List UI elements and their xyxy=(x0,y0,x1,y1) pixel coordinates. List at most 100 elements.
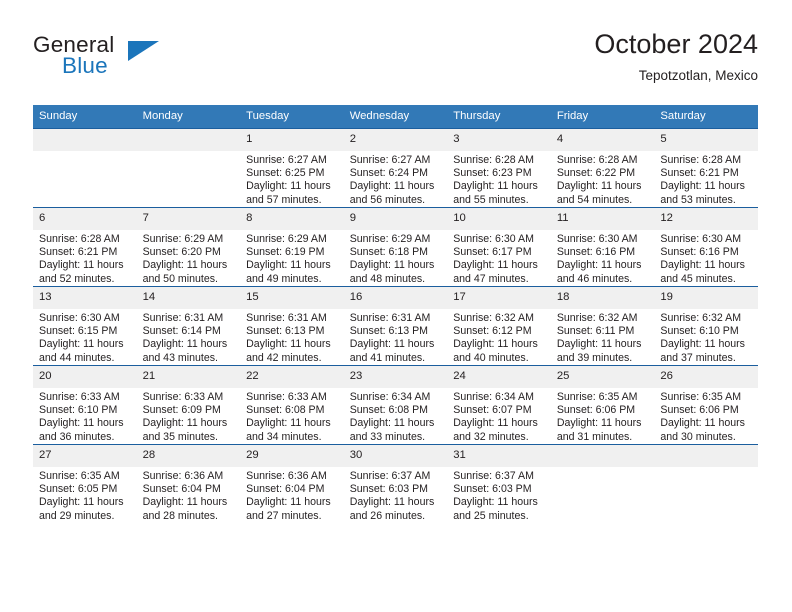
calendar-day-cell[interactable]: 27 Sunrise: 6:35 AM Sunset: 6:05 PM Dayligh… xyxy=(33,444,137,523)
daylight-text: Daylight: 11 hours and 33 minutes. xyxy=(349,417,435,443)
calendar-day-cell-empty xyxy=(136,128,241,208)
calendar-day-cell[interactable]: 13 Sunrise: 6:30 AM Sunset: 6:15 PM Dayligh… xyxy=(33,286,137,366)
calendar-week-row: 13 Sunrise: 6:30 AM Sunset: 6:15 PM Dayligh… xyxy=(33,286,758,366)
sunset-text: Sunset: 6:09 PM xyxy=(142,404,221,417)
sunset-text: Sunset: 6:23 PM xyxy=(453,167,532,180)
daylight-text: Daylight: 11 hours and 44 minutes. xyxy=(39,338,124,364)
calendar-day-cell[interactable]: 25 Sunrise: 6:35 AM Sunset: 6:06 PM Dayligh… xyxy=(550,365,655,445)
sunset-text: Sunset: 6:14 PM xyxy=(142,325,221,338)
day-number: 21 xyxy=(136,366,241,388)
sunset-text: Sunset: 6:25 PM xyxy=(246,167,325,180)
sunrise-text: Sunrise: 6:32 AM xyxy=(556,312,638,324)
day-number: 9 xyxy=(343,208,448,230)
calendar-week-row: 20 Sunrise: 6:33 AM Sunset: 6:10 PM Dayligh… xyxy=(33,365,758,445)
day-number: 18 xyxy=(550,287,655,309)
daylight-text: Daylight: 11 hours and 52 minutes. xyxy=(39,259,124,285)
calendar-day-cell[interactable]: 28 Sunrise: 6:36 AM Sunset: 6:04 PM Dayligh… xyxy=(136,444,241,523)
day-number: 20 xyxy=(33,366,137,388)
calendar-day-cell[interactable]: 10 Sunrise: 6:30 AM Sunset: 6:17 PM Dayligh… xyxy=(447,207,551,287)
day-info: Sunrise: 6:28 AM Sunset: 6:23 PM Daylight:… xyxy=(447,151,551,207)
calendar-day-cell[interactable]: 14 Sunrise: 6:31 AM Sunset: 6:14 PM Dayligh… xyxy=(136,286,241,366)
calendar-day-cell[interactable]: 23 Sunrise: 6:34 AM Sunset: 6:08 PM Dayligh… xyxy=(343,365,448,445)
calendar-day-cell[interactable]: 16 Sunrise: 6:31 AM Sunset: 6:13 PM Dayligh… xyxy=(343,286,448,366)
calendar-day-cell[interactable]: 17 Sunrise: 6:32 AM Sunset: 6:12 PM Dayligh… xyxy=(447,286,551,366)
day-info: Sunrise: 6:31 AM Sunset: 6:13 PM Daylight:… xyxy=(240,309,344,365)
sunset-text: Sunset: 6:17 PM xyxy=(453,246,532,259)
calendar-day-cell[interactable]: 26 Sunrise: 6:35 AM Sunset: 6:06 PM Dayligh… xyxy=(654,365,758,445)
calendar-day-cell-empty xyxy=(654,444,758,523)
calendar-day-cell[interactable]: 20 Sunrise: 6:33 AM Sunset: 6:10 PM Dayligh… xyxy=(33,365,137,445)
sunrise-text: Sunrise: 6:36 AM xyxy=(246,470,327,482)
sunset-text: Sunset: 6:13 PM xyxy=(246,325,325,338)
calendar-day-cell[interactable]: 22 Sunrise: 6:33 AM Sunset: 6:08 PM Dayligh… xyxy=(240,365,344,445)
daylight-text: Daylight: 11 hours and 40 minutes. xyxy=(453,338,538,364)
day-info: Sunrise: 6:32 AM Sunset: 6:12 PM Daylight:… xyxy=(447,309,551,365)
calendar-header-row: Sunday Monday Tuesday Wednesday Thursday Frid… xyxy=(33,105,758,129)
daylight-text: Daylight: 11 hours and 30 minutes. xyxy=(660,417,745,443)
sunrise-text: Sunrise: 6:30 AM xyxy=(39,312,120,324)
day-number xyxy=(654,445,758,467)
calendar-day-cell[interactable]: 9 Sunrise: 6:29 AM Sunset: 6:18 PM Daylight… xyxy=(343,207,448,287)
calendar-day-cell[interactable]: 15 Sunrise: 6:31 AM Sunset: 6:13 PM Dayligh… xyxy=(240,286,344,366)
day-number: 5 xyxy=(654,129,758,151)
daylight-text: Daylight: 11 hours and 39 minutes. xyxy=(556,338,642,364)
daylight-text: Daylight: 11 hours and 54 minutes. xyxy=(556,180,642,206)
calendar-day-cell[interactable]: 21 Sunrise: 6:33 AM Sunset: 6:09 PM Dayligh… xyxy=(136,365,241,445)
sunrise-text: Sunrise: 6:29 AM xyxy=(142,233,224,245)
day-info: Sunrise: 6:33 AM Sunset: 6:08 PM Daylight:… xyxy=(240,388,344,444)
calendar-day-cell[interactable]: 18 Sunrise: 6:32 AM Sunset: 6:11 PM Dayligh… xyxy=(550,286,655,366)
daylight-text: Daylight: 11 hours and 41 minutes. xyxy=(349,338,435,364)
calendar-day-cell[interactable]: 11 Sunrise: 6:30 AM Sunset: 6:16 PM Dayligh… xyxy=(550,207,655,287)
sunrise-text: Sunrise: 6:33 AM xyxy=(39,391,120,403)
day-info: Sunrise: 6:34 AM Sunset: 6:08 PM Daylight:… xyxy=(344,388,448,444)
day-number: 15 xyxy=(240,287,344,309)
calendar-day-cell[interactable]: 30 Sunrise: 6:37 AM Sunset: 6:03 PM Dayligh… xyxy=(343,444,448,523)
calendar-day-cell[interactable]: 2 Sunrise: 6:27 AM Sunset: 6:24 PM Daylight… xyxy=(343,128,448,208)
weekday-header-thursday: Thursday xyxy=(447,105,551,129)
calendar-day-cell[interactable]: 24 Sunrise: 6:34 AM Sunset: 6:07 PM Dayligh… xyxy=(447,365,551,445)
daylight-text: Daylight: 11 hours and 36 minutes. xyxy=(39,417,124,443)
calendar-day-cell[interactable]: 3 Sunrise: 6:28 AM Sunset: 6:23 PM Daylight… xyxy=(447,128,551,208)
calendar-day-cell[interactable]: 7 Sunrise: 6:29 AM Sunset: 6:20 PM Daylight… xyxy=(136,207,241,287)
sunset-text: Sunset: 6:10 PM xyxy=(39,404,118,417)
sunset-text: Sunset: 6:15 PM xyxy=(39,325,118,338)
daylight-text: Daylight: 11 hours and 50 minutes. xyxy=(142,259,228,285)
weekday-header-monday: Monday xyxy=(136,105,241,129)
day-info: Sunrise: 6:35 AM Sunset: 6:05 PM Daylight:… xyxy=(33,467,137,523)
weekday-header-saturday: Saturday xyxy=(654,105,758,129)
day-number: 6 xyxy=(33,208,137,230)
sunset-text: Sunset: 6:04 PM xyxy=(246,483,325,496)
sunset-text: Sunset: 6:16 PM xyxy=(660,246,739,259)
page-title: October 2024 xyxy=(594,29,758,59)
day-info: Sunrise: 6:27 AM Sunset: 6:24 PM Daylight:… xyxy=(344,151,448,207)
calendar-day-cell[interactable]: 6 Sunrise: 6:28 AM Sunset: 6:21 PM Daylight… xyxy=(33,207,137,287)
sunrise-text: Sunrise: 6:30 AM xyxy=(556,233,638,245)
day-number: 29 xyxy=(240,445,344,467)
daylight-text: Daylight: 11 hours and 43 minutes. xyxy=(142,338,228,364)
calendar-day-cell-empty xyxy=(33,128,137,208)
sunset-text: Sunset: 6:20 PM xyxy=(142,246,221,259)
sunset-text: Sunset: 6:05 PM xyxy=(39,483,118,496)
sunrise-text: Sunrise: 6:37 AM xyxy=(453,470,534,482)
calendar-day-cell[interactable]: 29 Sunrise: 6:36 AM Sunset: 6:04 PM Dayligh… xyxy=(240,444,344,523)
sunrise-text: Sunrise: 6:28 AM xyxy=(660,154,742,166)
day-info: Sunrise: 6:30 AM Sunset: 6:16 PM Daylight:… xyxy=(551,230,655,286)
sunrise-text: Sunrise: 6:34 AM xyxy=(453,391,534,403)
daylight-text: Daylight: 11 hours and 53 minutes. xyxy=(660,180,745,206)
day-number: 23 xyxy=(343,366,448,388)
day-number: 12 xyxy=(654,208,758,230)
day-info: Sunrise: 6:32 AM Sunset: 6:11 PM Daylight:… xyxy=(551,309,655,365)
calendar-day-cell[interactable]: 4 Sunrise: 6:28 AM Sunset: 6:22 PM Daylight… xyxy=(550,128,655,208)
calendar-day-cell[interactable]: 31 Sunrise: 6:37 AM Sunset: 6:03 PM Dayligh… xyxy=(447,444,551,523)
sunset-text: Sunset: 6:19 PM xyxy=(246,246,325,259)
sunset-text: Sunset: 6:06 PM xyxy=(556,404,636,417)
calendar-day-cell[interactable]: 19 Sunrise: 6:32 AM Sunset: 6:10 PM Dayligh… xyxy=(654,286,758,366)
daylight-text: Daylight: 11 hours and 35 minutes. xyxy=(142,417,228,443)
calendar-day-cell[interactable]: 1 Sunrise: 6:27 AM Sunset: 6:25 PM Daylight… xyxy=(240,128,344,208)
calendar-day-cell[interactable]: 5 Sunrise: 6:28 AM Sunset: 6:21 PM Daylight… xyxy=(654,128,758,208)
calendar-day-cell[interactable]: 12 Sunrise: 6:30 AM Sunset: 6:16 PM Dayligh… xyxy=(654,207,758,287)
sunrise-text: Sunrise: 6:33 AM xyxy=(246,391,327,403)
calendar-day-cell[interactable]: 8 Sunrise: 6:29 AM Sunset: 6:19 PM Daylight… xyxy=(240,207,344,287)
sunrise-text: Sunrise: 6:31 AM xyxy=(349,312,431,324)
sunrise-text: Sunrise: 6:37 AM xyxy=(349,470,431,482)
